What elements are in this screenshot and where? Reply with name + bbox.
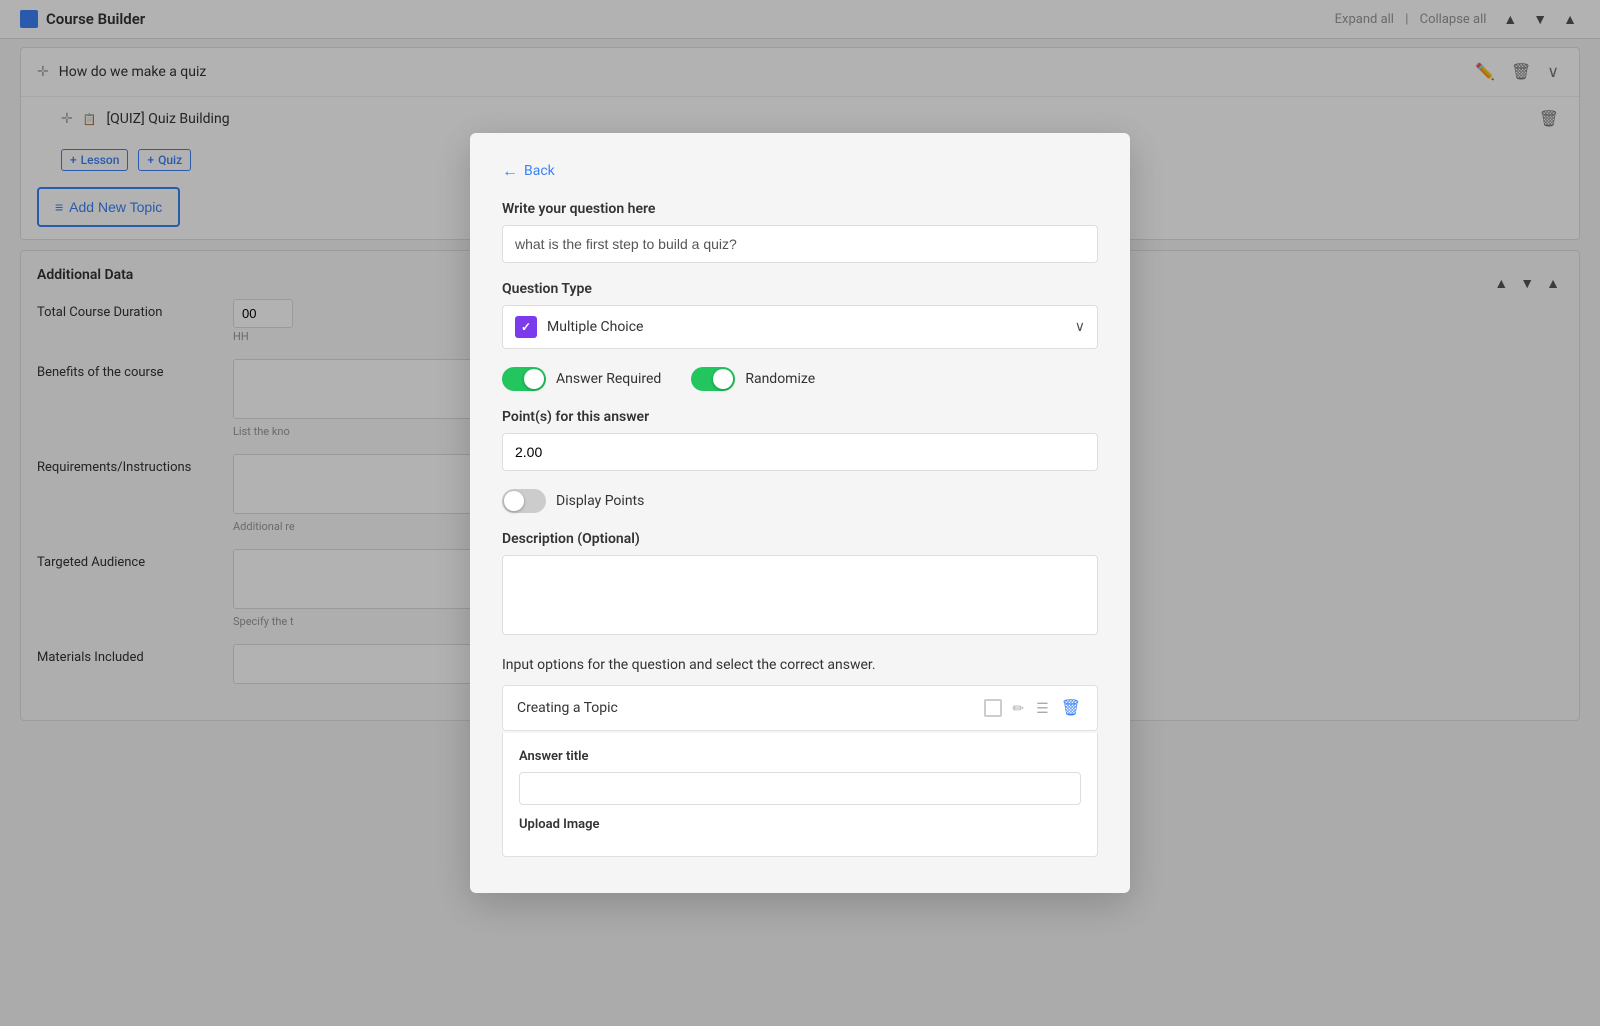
answer-required-toggle[interactable] (502, 367, 546, 391)
answer-delete-button[interactable]: 🗑 (1059, 696, 1083, 720)
question-type-value: Multiple Choice (547, 319, 1065, 335)
answer-edit-button[interactable]: ✏ (1010, 698, 1026, 719)
points-input[interactable] (502, 433, 1098, 471)
question-type-label: Question Type (502, 281, 1098, 297)
description-textarea[interactable] (502, 555, 1098, 635)
back-link[interactable]: ← Back (502, 161, 555, 181)
answer-title-input[interactable] (519, 772, 1081, 805)
toggle-knob (524, 369, 544, 389)
answer-icons: ✏ ☰ 🗑 (984, 696, 1083, 720)
input-options-label: Input options for the question and selec… (502, 657, 1098, 673)
randomize-label: Randomize (745, 371, 815, 387)
answer-option-row: Creating a Topic ✏ ☰ 🗑 (502, 685, 1098, 731)
back-label: Back (524, 163, 555, 179)
back-arrow-icon: ← (502, 161, 518, 181)
randomize-toggle-item: Randomize (691, 367, 815, 391)
multiple-choice-icon: ✓ (515, 316, 537, 338)
points-label: Point(s) for this answer (502, 409, 1098, 425)
question-field-label: Write your question here (502, 201, 1098, 217)
question-modal: ← Back Write your question here Question… (470, 133, 1130, 893)
expanded-answer-section: Answer title Upload Image (502, 733, 1098, 857)
answer-required-toggle-item: Answer Required (502, 367, 661, 391)
randomize-toggle[interactable] (691, 367, 735, 391)
toggle-knob-2 (713, 369, 733, 389)
answer-list-button[interactable]: ☰ (1034, 698, 1051, 719)
display-points-label: Display Points (556, 493, 644, 509)
toggle-knob-3 (504, 491, 524, 511)
answer-option-text: Creating a Topic (517, 700, 976, 716)
upload-image-label: Upload Image (519, 817, 1081, 832)
chevron-down-icon: ∨ (1075, 319, 1085, 335)
description-label: Description (Optional) (502, 531, 1098, 547)
answer-checkbox[interactable] (984, 699, 1002, 717)
answer-required-label: Answer Required (556, 371, 661, 387)
question-input[interactable] (502, 225, 1098, 263)
toggles-row: Answer Required Randomize (502, 367, 1098, 391)
display-points-row: Display Points (502, 489, 1098, 513)
question-type-select[interactable]: ✓ Multiple Choice ∨ (502, 305, 1098, 349)
answer-title-label: Answer title (519, 749, 1081, 764)
display-points-toggle[interactable] (502, 489, 546, 513)
